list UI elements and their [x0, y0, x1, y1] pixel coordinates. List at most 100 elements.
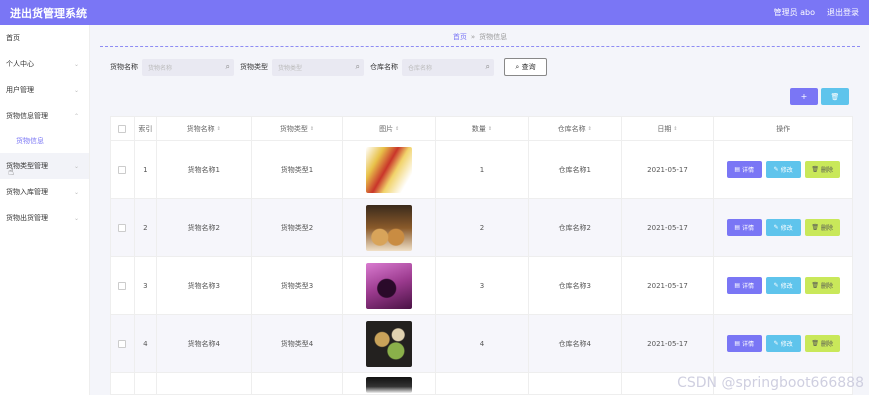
- header-index: 索引: [135, 117, 157, 140]
- sidebar-item-goods-info[interactable]: 货物信息管理 ⌃: [0, 103, 89, 129]
- header-date[interactable]: 日期 ⇕: [622, 117, 715, 140]
- sidebar-subitem-goods-info[interactable]: 货物信息: [0, 129, 89, 153]
- product-image[interactable]: [366, 204, 413, 251]
- sidebar-item-users[interactable]: 用户管理 ⌄: [0, 77, 89, 103]
- product-image[interactable]: [366, 146, 413, 193]
- product-image[interactable]: [366, 262, 413, 309]
- edit-label: 修改: [780, 283, 793, 290]
- logout-link[interactable]: 退出登录: [827, 7, 859, 18]
- detail-label: 详情: [742, 283, 755, 290]
- user-label[interactable]: 管理员 abo: [774, 7, 815, 18]
- header-name[interactable]: 货物名称 ⇕: [157, 117, 252, 140]
- edit-button[interactable]: ✎ 修改: [765, 335, 801, 352]
- edit-button[interactable]: ✎ 修改: [765, 161, 801, 178]
- breadcrumb: 首页 » 货物信息: [100, 28, 860, 47]
- query-button-label: 查询: [521, 63, 536, 71]
- header-type[interactable]: 货物类型 ⇕: [252, 117, 344, 140]
- main-content: 首页 » 货物信息 货物名称 货物名称 ⌕ 货物类型 货物类型 ⌕ 仓库名称 仓库名…: [90, 25, 869, 395]
- delete-button[interactable]: 🗑 删除: [804, 335, 840, 352]
- delete-button[interactable]: 🗑 删除: [804, 161, 840, 178]
- row-date: 2021-05-17: [622, 199, 715, 256]
- row-type: 货物类型4: [252, 315, 344, 372]
- row-index: 3: [135, 257, 157, 314]
- pencil-icon: ✎: [773, 340, 779, 347]
- row-name: 货物名称1: [157, 141, 252, 198]
- header-image[interactable]: 图片 ⇕: [343, 117, 437, 140]
- edit-button[interactable]: ✎ 修改: [765, 219, 801, 236]
- detail-button[interactable]: ▤ 详情: [726, 161, 762, 178]
- warehouse-input[interactable]: 仓库名称 ⌕: [402, 58, 494, 76]
- add-button[interactable]: +: [790, 88, 818, 105]
- row-index: 4: [135, 315, 157, 372]
- search-icon: ⌕: [515, 62, 520, 71]
- chevron-up-icon: ⌃: [73, 112, 79, 120]
- sidebar-item-home[interactable]: 首页: [0, 25, 89, 51]
- trash-icon: 🗑: [811, 166, 819, 173]
- app-root: 进出货管理系统 管理员 abo 退出登录 首页 个人中心 ⌄ 用户管理 ⌄ 货物信息…: [0, 0, 869, 395]
- sidebar-item-label: 货物信息管理: [6, 112, 48, 120]
- sidebar-item-goods-out[interactable]: 货物出货管理 ⌄: [0, 205, 89, 231]
- name-input[interactable]: 货物名称 ⌕: [142, 58, 234, 76]
- row-checkbox[interactable]: [118, 339, 127, 348]
- row-type: 货物类型3: [252, 257, 344, 314]
- product-image[interactable]: [366, 320, 413, 367]
- sidebar-item-label: 用户管理: [6, 86, 34, 94]
- row-date: 2021-05-17: [622, 141, 715, 198]
- batch-delete-button[interactable]: 🗑: [821, 88, 849, 105]
- row-name: 货物名称4: [157, 315, 252, 372]
- detail-label: 详情: [742, 167, 755, 174]
- document-icon: ▤: [734, 340, 741, 347]
- type-label: 货物类型: [240, 63, 268, 71]
- delete-label: 删除: [820, 225, 833, 232]
- sidebar-item-label: 个人中心: [6, 60, 34, 68]
- chevron-down-icon: ⌄: [73, 162, 79, 170]
- detail-button[interactable]: ▤ 详情: [726, 219, 762, 236]
- sidebar-item-label: 货物入库管理: [6, 188, 48, 196]
- goods-table: 索引 货物名称 ⇕ 货物类型 ⇕ 图片 ⇕ 数量 ⇕ 仓库名称 ⇕ 日期 ⇕ 操作 1 货物…: [110, 116, 853, 395]
- detail-button[interactable]: ▤ 详情: [726, 277, 762, 294]
- query-button[interactable]: ⌕ 查询: [504, 58, 547, 76]
- search-bar: 货物名称 货物名称 ⌕ 货物类型 货物类型 ⌕ 仓库名称 仓库名称 ⌕ ⌕ 查询: [110, 58, 547, 76]
- table-row: 3 货物名称3 货物类型3 3 仓库名称3 2021-05-17 ▤ 详情 ✎ 修改…: [111, 257, 852, 315]
- edit-label: 修改: [780, 225, 793, 232]
- row-checkbox[interactable]: [118, 165, 127, 174]
- plus-icon: +: [800, 92, 808, 101]
- delete-label: 删除: [820, 167, 833, 174]
- sidebar-item-profile[interactable]: 个人中心 ⌄: [0, 51, 89, 77]
- sort-icon: ⇕: [216, 125, 221, 132]
- breadcrumb-home[interactable]: 首页: [453, 32, 467, 42]
- table-row: 4 货物名称4 货物类型4 4 仓库名称4 2021-05-17 ▤ 详情 ✎ 修改…: [111, 315, 852, 373]
- name-label: 货物名称: [110, 63, 138, 71]
- sidebar-item-label: 首页: [6, 34, 20, 42]
- sort-icon: ⇕: [309, 125, 315, 132]
- sidebar-item-goods-type[interactable]: 货物类型管理 ⌄ ☝: [0, 153, 89, 179]
- search-icon: ⌕: [355, 61, 360, 71]
- pencil-icon: ✎: [773, 282, 779, 289]
- delete-button[interactable]: 🗑 删除: [804, 219, 840, 236]
- row-checkbox[interactable]: [118, 281, 127, 290]
- select-all-checkbox[interactable]: [118, 124, 127, 133]
- sidebar: 首页 个人中心 ⌄ 用户管理 ⌄ 货物信息管理 ⌃ 货物信息 货物类型管理 ⌄ ☝ 货…: [0, 25, 90, 395]
- document-icon: ▤: [734, 166, 741, 173]
- delete-label: 删除: [820, 341, 833, 348]
- header-qty[interactable]: 数量 ⇕: [436, 117, 529, 140]
- row-name: 货物名称2: [157, 199, 252, 256]
- sidebar-item-goods-in[interactable]: 货物入库管理 ⌄: [0, 179, 89, 205]
- row-checkbox[interactable]: [118, 223, 127, 232]
- product-image[interactable]: [366, 377, 413, 393]
- row-qty: 2: [436, 199, 529, 256]
- table-row: 1 货物名称1 货物类型1 1 仓库名称1 2021-05-17 ▤ 详情 ✎ 修改…: [111, 141, 852, 199]
- warehouse-placeholder: 仓库名称: [408, 64, 433, 72]
- header-warehouse[interactable]: 仓库名称 ⇕: [529, 117, 622, 140]
- trash-icon: 🗑: [811, 340, 819, 347]
- sort-icon: ⇕: [673, 125, 678, 132]
- search-icon: ⌕: [225, 61, 230, 71]
- type-input[interactable]: 货物类型 ⌕: [272, 58, 364, 76]
- edit-button[interactable]: ✎ 修改: [765, 277, 801, 294]
- row-date: 2021-05-17: [622, 257, 715, 314]
- detail-button[interactable]: ▤ 详情: [726, 335, 762, 352]
- pencil-icon: ✎: [773, 166, 779, 173]
- table-header: 索引 货物名称 ⇕ 货物类型 ⇕ 图片 ⇕ 数量 ⇕ 仓库名称 ⇕ 日期 ⇕ 操作: [111, 117, 852, 141]
- delete-button[interactable]: 🗑 删除: [804, 277, 840, 294]
- row-warehouse: 仓库名称1: [529, 141, 622, 198]
